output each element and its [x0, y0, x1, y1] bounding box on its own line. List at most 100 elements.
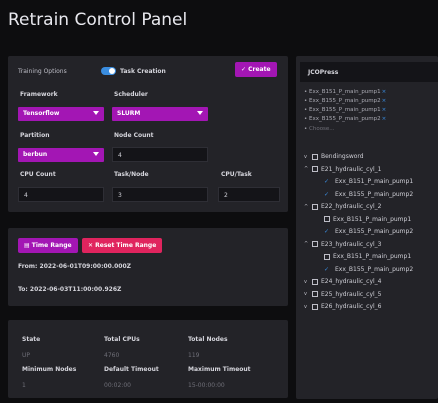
chevron-down-icon[interactable]: v [304, 291, 310, 297]
checkbox[interactable] [324, 253, 330, 260]
selected-chip-label: Exx_B155_P_main_pump1 [309, 107, 381, 113]
remove-chip-icon[interactable]: × [382, 107, 387, 113]
tree-leaf[interactable]: Exx_B151_P_main_pump1 [324, 253, 411, 260]
tree-group[interactable]: ^ E22_hydraulic_cyl_2 [304, 203, 382, 210]
tree-leaf[interactable]: ✓ Exx_B151_P_main_pump1 [324, 178, 413, 185]
tree-item-label: Exx_B155_P_main_pump2 [335, 265, 414, 273]
framework-value: Tensorflow [23, 110, 60, 117]
selected-chip-label: Exx_B155_P_main_pump2 [309, 98, 381, 104]
task-node-label: Task/Node [114, 171, 149, 178]
tree-item-label: Exx_B155_P_main_pump2 [335, 228, 414, 235]
tree-group[interactable]: v Bendingsword [304, 153, 364, 160]
stat-header-minimum-nodes: Minimum Nodes [22, 366, 77, 373]
training-options-label: Training Options [18, 68, 67, 75]
tree-group[interactable]: v E26_hydraulic_cyl_6 [304, 303, 382, 310]
partition-value: berbun [23, 151, 48, 158]
selected-chip[interactable]: • Exx_B155_P_main_pump2× [304, 116, 386, 122]
checkbox[interactable] [312, 303, 318, 310]
task-creation-toggle[interactable] [101, 67, 116, 75]
tree-item-label: E23_hydraulic_cyl_3 [321, 240, 382, 248]
stat-header-state: State [22, 336, 41, 343]
stat-value-minimum-nodes: 1 [22, 382, 26, 389]
jcopress-title: JCOPress [308, 69, 339, 76]
selected-chip-label: Exx_B155_P_main_pump2 [309, 116, 381, 122]
tree-item-label: Exx_B151_P_main_pump1 [333, 215, 412, 223]
framework-select[interactable]: Tensorflow [18, 107, 104, 121]
reset-time-range-button[interactable]: ✕ Reset Time Range [82, 238, 163, 253]
chevron-down-icon [197, 111, 203, 115]
tree-item-label: Exx_B155_P_main_pump2 [335, 190, 414, 198]
stat-value-maximum-timeout: 15-00:00:00 [188, 382, 225, 389]
tree-item-label: Exx_B151_P_main_pump1 [333, 253, 412, 260]
chevron-down-icon[interactable]: v [304, 279, 310, 285]
from-date-text: From: 2022-06-01T09:00:00.000Z [18, 263, 132, 270]
checkbox[interactable] [312, 166, 318, 172]
tree-leaf[interactable]: ✓ Exx_B155_P_main_pump2 [324, 191, 413, 198]
stat-value-total-nodes: 119 [188, 352, 200, 359]
close-icon: ✕ [88, 242, 94, 249]
checkmark-icon[interactable]: ✓ [324, 191, 332, 198]
toggle-knob [109, 68, 115, 74]
checkmark-icon[interactable]: ✓ [324, 266, 332, 273]
time-range-card: ▤ Time Range ✕ Reset Time Range From: 20… [8, 228, 288, 306]
selected-chip[interactable]: • Exx_B155_P_main_pump2× [304, 98, 386, 104]
calendar-icon: ▤ [24, 242, 30, 249]
choose-input[interactable]: • Choose... [304, 126, 335, 132]
time-range-button[interactable]: ▤ Time Range [18, 238, 78, 253]
chevron-up-icon[interactable]: ^ [304, 166, 310, 172]
to-date-text: To: 2022-06-03T11:00:00.926Z [18, 286, 122, 293]
training-options-card: Training Options Task Creation ✓ Create … [8, 56, 288, 212]
choose-placeholder: Choose... [309, 126, 335, 132]
chevron-down-icon [93, 152, 99, 156]
tree-group[interactable]: v E25_hydraulic_cyl_5 [304, 291, 382, 298]
selected-chip-label: Exx_B151_P_main_pump1 [309, 89, 381, 95]
tree-leaf[interactable]: Exx_B151_P_main_pump1 [324, 216, 411, 223]
cpu-count-label: CPU Count [20, 171, 56, 178]
stat-header-maximum-timeout: Maximum Timeout [188, 366, 251, 373]
checkbox[interactable] [324, 216, 330, 222]
cpu-task-input[interactable]: 2 [218, 187, 280, 202]
tree-leaf[interactable]: ✓ Exx_B155_P_main_pump2 [324, 266, 413, 273]
tree-item-label: E22_hydraulic_cyl_2 [321, 203, 382, 210]
create-button-label: Create [248, 66, 271, 73]
checkbox[interactable] [312, 153, 318, 160]
node-count-input[interactable]: 4 [112, 147, 208, 162]
scheduler-value: SLURM [117, 110, 141, 117]
chevron-down-icon [93, 111, 99, 115]
checkbox[interactable] [312, 203, 318, 210]
selected-chip[interactable]: • Exx_B151_P_main_pump1× [304, 89, 386, 95]
tree-group[interactable]: ^ E21_hydraulic_cyl_1 [304, 166, 382, 173]
remove-chip-icon[interactable]: × [382, 116, 387, 122]
checkmark-icon[interactable]: ✓ [324, 228, 332, 235]
time-range-button-label: Time Range [31, 242, 72, 249]
chevron-down-icon[interactable]: v [304, 154, 310, 160]
chevron-up-icon[interactable]: ^ [304, 241, 310, 247]
checkbox[interactable] [312, 241, 318, 247]
partition-select[interactable]: berbun [18, 148, 104, 162]
tree-item-label: E24_hydraulic_cyl_4 [321, 278, 382, 285]
tree-group[interactable]: ^ E23_hydraulic_cyl_3 [304, 241, 382, 248]
cluster-stats-card: State Total CPUs Total Nodes UP 4760 119… [8, 320, 288, 398]
cpu-count-input[interactable]: 4 [18, 187, 104, 202]
stat-value-default-timeout: 00:02:00 [104, 382, 131, 389]
remove-chip-icon[interactable]: × [382, 98, 387, 104]
remove-chip-icon[interactable]: × [382, 89, 387, 95]
checkbox[interactable] [312, 291, 318, 297]
create-button[interactable]: ✓ Create [235, 62, 277, 77]
checkmark-icon[interactable]: ✓ [324, 178, 332, 185]
check-icon: ✓ [241, 66, 247, 73]
stat-value-state: UP [22, 352, 31, 359]
tree-item-label: Exx_B151_P_main_pump1 [335, 178, 414, 185]
tree-item-label: E21_hydraulic_cyl_1 [321, 165, 382, 173]
checkbox[interactable] [312, 278, 318, 285]
selected-chip[interactable]: • Exx_B155_P_main_pump1× [304, 107, 386, 113]
tree-item-label: E26_hydraulic_cyl_6 [321, 303, 382, 310]
scheduler-select[interactable]: SLURM [112, 107, 208, 121]
chevron-down-icon[interactable]: v [304, 304, 310, 310]
chevron-up-icon[interactable]: ^ [304, 204, 310, 210]
jcopress-panel: JCOPress • Exx_B151_P_main_pump1× • Exx_… [296, 56, 438, 399]
tree-leaf[interactable]: ✓ Exx_B155_P_main_pump2 [324, 228, 413, 235]
framework-label: Framework [20, 91, 58, 98]
task-node-input[interactable]: 3 [112, 187, 208, 202]
tree-group[interactable]: v E24_hydraulic_cyl_4 [304, 278, 382, 285]
